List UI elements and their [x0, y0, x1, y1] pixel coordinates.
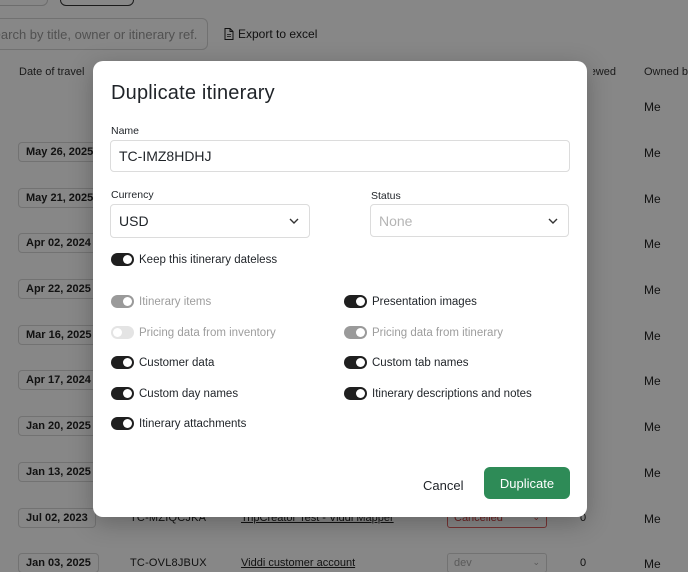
chevron-down-icon	[289, 218, 299, 224]
status-label: Status	[371, 190, 401, 202]
currency-label: Currency	[111, 189, 154, 201]
toggle-switch	[344, 326, 367, 339]
toggle-switch[interactable]	[111, 417, 134, 430]
toggle-label: Pricing data from inventory	[139, 326, 276, 339]
toggle-label: Custom tab names	[372, 356, 469, 369]
toggle-pricing-inventory: Pricing data from inventory	[111, 326, 276, 339]
toggle-switch[interactable]	[344, 387, 367, 400]
toggle-attachments[interactable]: Itinerary attachments	[111, 417, 246, 430]
toggle-label: Pricing data from itinerary	[372, 326, 504, 339]
toggle-label: Itinerary attachments	[139, 417, 247, 430]
toggle-descriptions-notes[interactable]: Itinerary descriptions and notes	[344, 387, 532, 400]
chevron-down-icon	[548, 218, 558, 224]
currency-value: USD	[119, 213, 149, 229]
currency-select[interactable]: USD	[110, 204, 310, 238]
toggle-customer-data[interactable]: Customer data	[111, 356, 214, 369]
toggle-switch[interactable]	[344, 295, 367, 308]
toggle-custom-tab-names[interactable]: Custom tab names	[344, 356, 469, 369]
name-label: Name	[111, 125, 140, 137]
toggle-switch[interactable]	[344, 356, 367, 369]
toggle-pricing-itinerary: Pricing data from itinerary	[344, 326, 503, 339]
dialog-title: Duplicate itinerary	[111, 82, 275, 104]
toggle-dateless[interactable]: Keep this itinerary dateless	[111, 253, 277, 266]
toggle-itinerary-items: Itinerary items	[111, 295, 211, 308]
duplicate-button[interactable]: Duplicate	[484, 467, 570, 499]
toggle-switch	[111, 326, 134, 339]
toggle-switch[interactable]	[111, 253, 134, 266]
toggle-presentation-images[interactable]: Presentation images	[344, 295, 477, 308]
toggle-custom-day-names[interactable]: Custom day names	[111, 387, 238, 400]
name-input[interactable]: TC-IMZ8HDHJ	[110, 140, 570, 172]
toggle-label: Itinerary items	[139, 295, 212, 308]
toggle-switch[interactable]	[111, 356, 134, 369]
toggle-label: Presentation images	[372, 295, 477, 308]
toggle-label: Customer data	[139, 356, 215, 369]
toggle-label: Custom day names	[139, 387, 239, 400]
cancel-button[interactable]: Cancel	[415, 471, 471, 499]
duplicate-itinerary-dialog: Duplicate itinerary Name TC-IMZ8HDHJ Cur…	[93, 61, 587, 517]
name-value: TC-IMZ8HDHJ	[119, 148, 212, 164]
toggle-label: Itinerary descriptions and notes	[372, 387, 532, 400]
toggle-switch	[111, 295, 134, 308]
status-select[interactable]: None	[370, 204, 569, 237]
toggle-switch[interactable]	[111, 387, 134, 400]
toggle-label: Keep this itinerary dateless	[139, 253, 278, 266]
status-placeholder: None	[379, 212, 413, 229]
